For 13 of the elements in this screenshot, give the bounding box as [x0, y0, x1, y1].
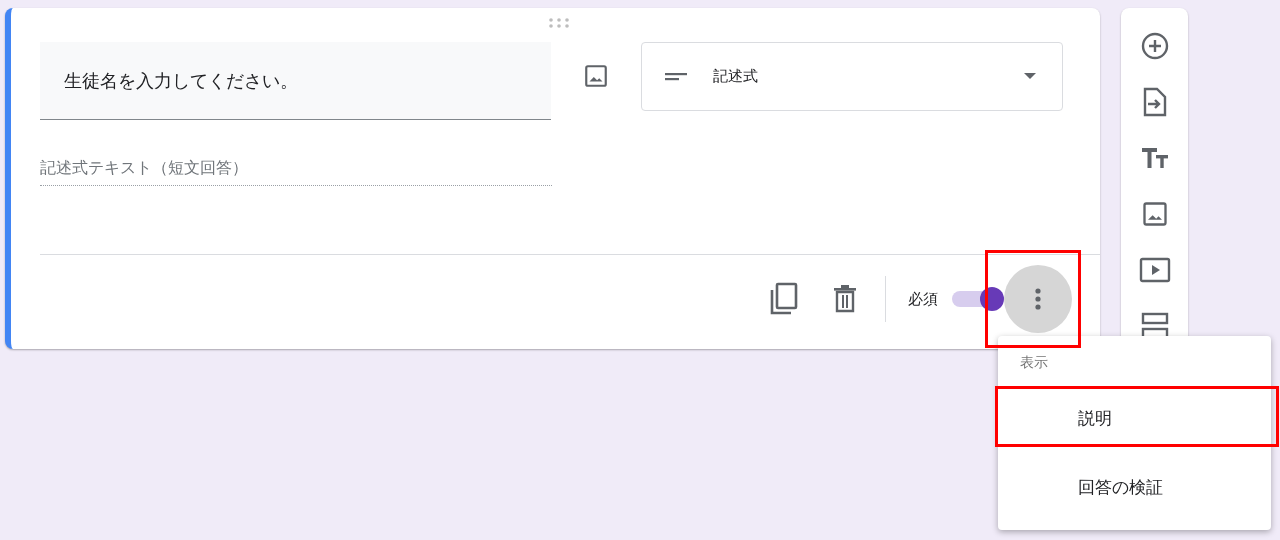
menu-item[interactable]: 回答の検証 [998, 453, 1271, 522]
answer-field: 記述式テキスト（短文回答） [40, 150, 552, 186]
question-type-label: 記述式 [713, 67, 759, 86]
required-label: 必須 [908, 289, 938, 309]
menu-header: 表示 [1019, 354, 1049, 372]
more-vert-icon [1035, 288, 1041, 310]
short-text-icon [665, 71, 689, 82]
caret-icon [1024, 73, 1036, 80]
required-toggle[interactable] [952, 287, 1004, 311]
menu-item[interactable]: 説明 [998, 384, 1271, 453]
question-field[interactable]: 生徒名を入力してください。 [40, 42, 551, 120]
question-type-dropdown[interactable]: 記述式 [641, 42, 1063, 111]
drag-handle-icon[interactable] [548, 18, 570, 28]
